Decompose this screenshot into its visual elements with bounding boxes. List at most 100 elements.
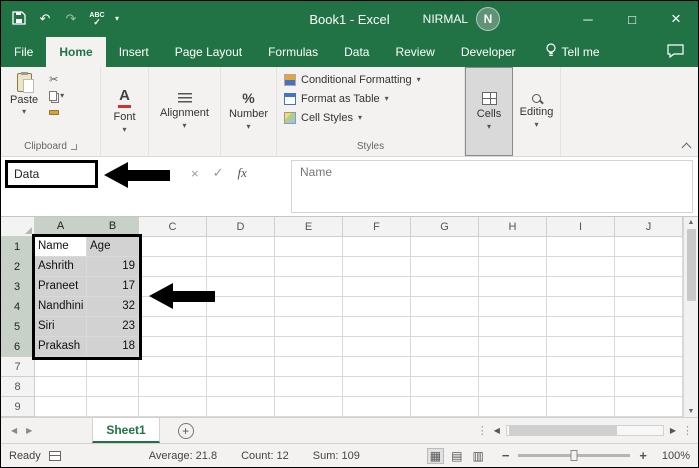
cell-A9[interactable] bbox=[35, 397, 87, 417]
cell-C4[interactable] bbox=[139, 297, 207, 317]
cell-B5[interactable]: 23 bbox=[87, 317, 139, 337]
row-header-9[interactable]: 9 bbox=[1, 397, 35, 417]
cell-C6[interactable] bbox=[139, 337, 207, 357]
cell-J6[interactable] bbox=[615, 337, 683, 357]
next-sheet-icon[interactable]: ▶ bbox=[26, 426, 32, 435]
add-sheet-button[interactable]: + bbox=[177, 422, 194, 439]
formula-bar-input[interactable]: Name bbox=[291, 160, 693, 213]
menu-tab-data[interactable]: Data bbox=[331, 37, 382, 67]
cell-J3[interactable] bbox=[615, 277, 683, 297]
paste-button[interactable]: Paste ▾ bbox=[5, 70, 43, 119]
cell-E9[interactable] bbox=[275, 397, 343, 417]
tell-me[interactable]: Tell me bbox=[545, 37, 600, 67]
cell-H3[interactable] bbox=[479, 277, 547, 297]
dialog-launcher-icon[interactable] bbox=[70, 143, 77, 150]
scroll-left-icon[interactable]: ◀ bbox=[494, 426, 500, 435]
cell-I9[interactable] bbox=[547, 397, 615, 417]
cell-J8[interactable] bbox=[615, 377, 683, 397]
cell-H6[interactable] bbox=[479, 337, 547, 357]
maximize-button[interactable]: □ bbox=[610, 1, 654, 37]
cell-G2[interactable] bbox=[411, 257, 479, 277]
cell-H5[interactable] bbox=[479, 317, 547, 337]
cell-G4[interactable] bbox=[411, 297, 479, 317]
undo-icon[interactable]: ↶ bbox=[37, 11, 53, 27]
cell-A1[interactable]: Name bbox=[35, 237, 87, 257]
cell-J9[interactable] bbox=[615, 397, 683, 417]
cell-F6[interactable] bbox=[343, 337, 411, 357]
cell-C9[interactable] bbox=[139, 397, 207, 417]
cut-button[interactable]: ✂ bbox=[49, 74, 64, 86]
cell-D6[interactable] bbox=[207, 337, 275, 357]
cell-D1[interactable] bbox=[207, 237, 275, 257]
cell-D8[interactable] bbox=[207, 377, 275, 397]
cell-C5[interactable] bbox=[139, 317, 207, 337]
cell-E1[interactable] bbox=[275, 237, 343, 257]
cell-D4[interactable] bbox=[207, 297, 275, 317]
row-header-4[interactable]: 4 bbox=[1, 297, 35, 317]
cell-I4[interactable] bbox=[547, 297, 615, 317]
cell-B9[interactable] bbox=[87, 397, 139, 417]
cell-G5[interactable] bbox=[411, 317, 479, 337]
cell-B6[interactable]: 18 bbox=[87, 337, 139, 357]
menu-tab-page-layout[interactable]: Page Layout bbox=[162, 37, 255, 67]
cell-J5[interactable] bbox=[615, 317, 683, 337]
cell-B7[interactable] bbox=[87, 357, 139, 377]
name-box[interactable]: Data bbox=[8, 167, 95, 181]
conditional-formatting-button[interactable]: Conditional Formatting ▾ bbox=[281, 70, 460, 89]
column-header-B[interactable]: B bbox=[87, 217, 139, 237]
cell-G1[interactable] bbox=[411, 237, 479, 257]
zoom-out-icon[interactable]: − bbox=[502, 448, 510, 463]
cell-F7[interactable] bbox=[343, 357, 411, 377]
spellcheck-icon[interactable]: ABC ✓ bbox=[89, 12, 105, 27]
scrollbar-splitter-icon[interactable]: ⋮ bbox=[682, 424, 693, 437]
minimize-button[interactable]: ─ bbox=[566, 1, 610, 37]
cell-J1[interactable] bbox=[615, 237, 683, 257]
row-header-7[interactable]: 7 bbox=[1, 357, 35, 377]
cell-E4[interactable] bbox=[275, 297, 343, 317]
comment-icon[interactable] bbox=[667, 43, 684, 61]
scroll-right-icon[interactable]: ▶ bbox=[670, 426, 676, 435]
zoom-in-icon[interactable]: + bbox=[639, 448, 647, 463]
row-header-5[interactable]: 5 bbox=[1, 317, 35, 337]
cell-D9[interactable] bbox=[207, 397, 275, 417]
qat-customize-icon[interactable]: ▾ bbox=[115, 15, 119, 23]
cell-E8[interactable] bbox=[275, 377, 343, 397]
column-header-F[interactable]: F bbox=[343, 217, 411, 237]
cell-A7[interactable] bbox=[35, 357, 87, 377]
ribbon-group-number[interactable]: % Number ▾ bbox=[221, 67, 277, 156]
cell-A6[interactable]: Prakash bbox=[35, 337, 87, 357]
cell-I7[interactable] bbox=[547, 357, 615, 377]
cell-C2[interactable] bbox=[139, 257, 207, 277]
vertical-scrollbar[interactable]: ▲ ▼ bbox=[683, 217, 698, 417]
cell-A3[interactable]: Praneet bbox=[35, 277, 87, 297]
cell-J2[interactable] bbox=[615, 257, 683, 277]
row-header-2[interactable]: 2 bbox=[1, 257, 35, 277]
format-painter-button[interactable] bbox=[49, 106, 64, 118]
cell-G7[interactable] bbox=[411, 357, 479, 377]
horizontal-scroll-thumb[interactable] bbox=[508, 426, 617, 435]
menu-tab-home[interactable]: Home bbox=[46, 37, 106, 67]
tab-splitter-icon[interactable]: ⋮ bbox=[477, 424, 488, 437]
row-header-3[interactable]: 3 bbox=[1, 277, 35, 297]
column-header-D[interactable]: D bbox=[207, 217, 275, 237]
cell-H2[interactable] bbox=[479, 257, 547, 277]
cell-E6[interactable] bbox=[275, 337, 343, 357]
normal-view-icon[interactable]: ▦ bbox=[426, 447, 445, 464]
cell-I2[interactable] bbox=[547, 257, 615, 277]
page-break-view-icon[interactable]: ▥ bbox=[470, 449, 485, 463]
column-header-E[interactable]: E bbox=[275, 217, 343, 237]
user-name[interactable]: NIRMAL bbox=[423, 12, 468, 26]
cell-J4[interactable] bbox=[615, 297, 683, 317]
row-header-8[interactable]: 8 bbox=[1, 377, 35, 397]
vertical-scroll-thumb[interactable] bbox=[686, 229, 696, 301]
format-as-table-button[interactable]: Format as Table ▾ bbox=[281, 89, 460, 108]
cell-I6[interactable] bbox=[547, 337, 615, 357]
cell-C1[interactable] bbox=[139, 237, 207, 257]
cell-C7[interactable] bbox=[139, 357, 207, 377]
enter-icon[interactable]: ✓ bbox=[213, 165, 224, 181]
cell-G9[interactable] bbox=[411, 397, 479, 417]
cell-D2[interactable] bbox=[207, 257, 275, 277]
collapse-ribbon-icon[interactable] bbox=[681, 142, 692, 153]
cell-H1[interactable] bbox=[479, 237, 547, 257]
avatar[interactable]: N bbox=[476, 7, 500, 31]
